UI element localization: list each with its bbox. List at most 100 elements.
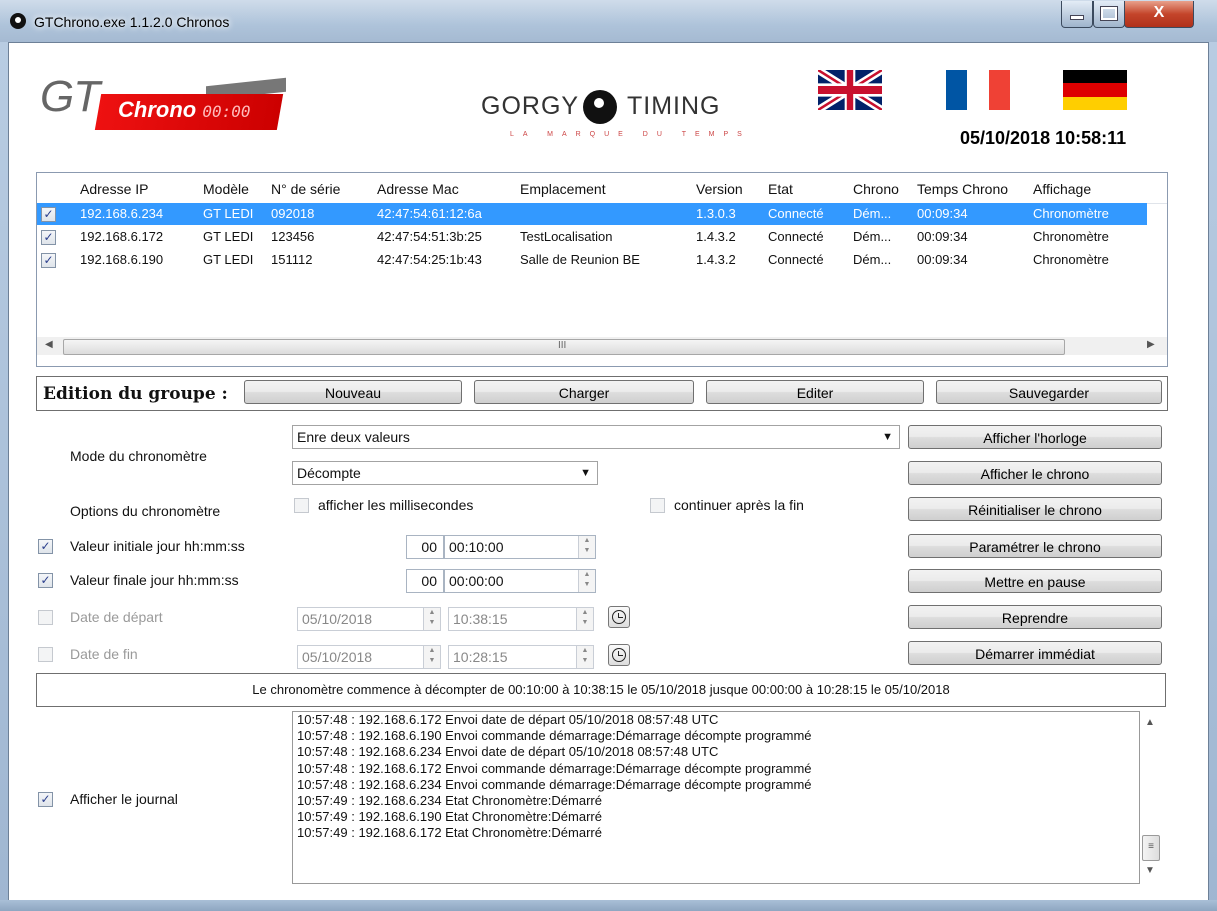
initial-days-field[interactable]: 00	[406, 535, 444, 559]
cell-chrono: Dém...	[853, 252, 892, 267]
final-days-field[interactable]: 00	[406, 569, 444, 593]
journal-scrollbar[interactable]: ▲ ≡ ▼	[1140, 711, 1162, 882]
start-time-spinner[interactable]: ▲ ▼	[576, 608, 593, 630]
log-line: 10:57:48 : 192.168.6.234 Envoi commande …	[297, 776, 812, 792]
final-value-label: Valeur finale jour hh:mm:ss	[70, 572, 239, 588]
final-time-value: 00:00:00	[449, 573, 504, 589]
mode-select[interactable]: Enre deux valeurs ▼	[292, 425, 900, 449]
log-line: 10:57:49 : 192.168.6.172 Etat Chronomètr…	[297, 825, 602, 841]
continue-after-checkbox[interactable]	[650, 498, 665, 513]
journal-log[interactable]: 10:57:48 : 192.168.6.172 Envoi date de d…	[292, 711, 1140, 884]
cell-mac: 42:47:54:25:1b:43	[377, 252, 482, 267]
device-row-checkbox[interactable]: ✓	[41, 230, 56, 245]
edit-group-button[interactable]: Editer	[706, 380, 924, 404]
resume-button[interactable]: Reprendre	[908, 605, 1162, 629]
show-ms-label: afficher les millisecondes	[318, 497, 474, 513]
col-mac[interactable]: Adresse Mac	[377, 181, 459, 197]
cell-time: 00:09:34	[917, 229, 968, 244]
germany-flag-icon[interactable]	[1063, 70, 1127, 110]
cell-model: GT LEDI	[203, 206, 254, 221]
end-time-value: 10:28:15	[453, 649, 508, 665]
end-clock-button[interactable]	[608, 644, 630, 666]
load-group-button[interactable]: Charger	[474, 380, 694, 404]
start-date-checkbox[interactable]	[38, 610, 53, 625]
col-model[interactable]: Modèle	[203, 181, 249, 197]
config-chrono-button[interactable]: Paramétrer le chrono	[908, 534, 1162, 558]
close-button[interactable]: X	[1124, 1, 1194, 28]
horizontal-scrollbar[interactable]: ◀ III ▶	[37, 337, 1167, 355]
scroll-down-icon[interactable]: ▼	[1145, 865, 1155, 876]
cell-state: Connecté	[768, 206, 824, 221]
cell-display: Chronomètre	[1033, 229, 1109, 244]
device-list[interactable]: Adresse IP Modèle N° de série Adresse Ma…	[36, 172, 1168, 367]
show-chrono-button[interactable]: Afficher le chrono	[908, 461, 1162, 485]
app-icon[interactable]	[10, 13, 26, 29]
start-date-spinner[interactable]: ▲ ▼	[423, 608, 440, 630]
show-journal-checkbox[interactable]: ✓	[38, 792, 53, 807]
cell-serial: 123456	[271, 229, 315, 244]
pause-button[interactable]: Mettre en pause	[908, 569, 1162, 593]
device-row-checkbox[interactable]: ✓	[41, 253, 56, 268]
reset-chrono-button[interactable]: Réinitialiser le chrono	[908, 497, 1162, 521]
maximize-icon	[1100, 6, 1118, 21]
final-time-spinner[interactable]: ▲ ▼	[578, 570, 595, 592]
end-time-field[interactable]: 10:28:15 ▲ ▼	[448, 645, 594, 669]
col-time[interactable]: Temps Chrono	[917, 181, 1008, 197]
direction-select-value: Décompte	[297, 465, 361, 481]
scroll-thumb[interactable]: III	[63, 339, 1065, 355]
device-row[interactable]: ✓ 192.168.6.190 GT LEDI 151112 42:47:54:…	[37, 249, 1147, 271]
new-group-button[interactable]: Nouveau	[244, 380, 462, 404]
france-flag-icon[interactable]	[946, 70, 1010, 110]
device-row[interactable]: ✓ 192.168.6.234 GT LEDI 092018 42:47:54:…	[37, 203, 1147, 225]
show-clock-button[interactable]: Afficher l'horloge	[908, 425, 1162, 449]
scroll-up-icon[interactable]: ▲	[1145, 717, 1155, 728]
col-chrono[interactable]: Chrono	[853, 181, 899, 197]
title-bar[interactable]: GTChrono.exe 1.1.2.0 Chronos X	[0, 0, 1217, 42]
cell-state: Connecté	[768, 229, 824, 244]
show-ms-checkbox[interactable]	[294, 498, 309, 513]
clock-icon	[612, 610, 626, 624]
maximize-button[interactable]	[1093, 1, 1125, 28]
col-state[interactable]: Etat	[768, 181, 793, 197]
direction-select[interactable]: Décompte ▼	[292, 461, 598, 485]
continue-after-label: continuer après la fin	[674, 497, 804, 513]
col-serial[interactable]: N° de série	[271, 181, 340, 197]
cell-ip: 192.168.6.172	[80, 229, 164, 244]
initial-time-field[interactable]: 00:10:00 ▲ ▼	[444, 535, 596, 559]
scroll-left-icon[interactable]: ◀	[45, 339, 53, 350]
col-ip[interactable]: Adresse IP	[80, 181, 148, 197]
cell-time: 00:09:34	[917, 206, 968, 221]
journal-scroll-thumb[interactable]: ≡	[1142, 835, 1160, 861]
end-time-spinner[interactable]: ▲ ▼	[576, 646, 593, 668]
final-time-field[interactable]: 00:00:00 ▲ ▼	[444, 569, 596, 593]
start-time-field[interactable]: 10:38:15 ▲ ▼	[448, 607, 594, 631]
end-date-checkbox[interactable]	[38, 647, 53, 662]
initial-value-checkbox[interactable]: ✓	[38, 539, 53, 554]
show-journal-label: Afficher le journal	[70, 791, 178, 807]
initial-time-spinner[interactable]: ▲ ▼	[578, 536, 595, 558]
start-date-value: 05/10/2018	[302, 611, 373, 627]
start-date-field[interactable]: 05/10/2018 ▲ ▼	[297, 607, 441, 631]
save-group-button[interactable]: Sauvegarder	[936, 380, 1162, 404]
minimize-button[interactable]	[1061, 1, 1093, 28]
final-value-checkbox[interactable]: ✓	[38, 573, 53, 588]
start-now-button[interactable]: Démarrer immédiat	[908, 641, 1162, 665]
scroll-right-icon[interactable]: ▶	[1147, 339, 1155, 350]
col-version[interactable]: Version	[696, 181, 743, 197]
minimize-icon	[1070, 15, 1084, 20]
cell-mac: 42:47:54:51:3b:25	[377, 229, 482, 244]
uk-flag-icon[interactable]	[818, 70, 882, 110]
gorgy-logo-icon	[583, 90, 617, 124]
start-clock-button[interactable]	[608, 606, 630, 628]
cell-serial: 092018	[271, 206, 315, 221]
log-line: 10:57:48 : 192.168.6.234 Envoi date de d…	[297, 744, 719, 760]
chevron-down-icon[interactable]: ▼	[580, 462, 591, 484]
col-display[interactable]: Affichage	[1033, 181, 1091, 197]
device-row[interactable]: ✓ 192.168.6.172 GT LEDI 123456 42:47:54:…	[37, 226, 1147, 248]
chevron-down-icon[interactable]: ▼	[882, 426, 893, 448]
end-date-spinner[interactable]: ▲ ▼	[423, 646, 440, 668]
col-location[interactable]: Emplacement	[520, 181, 606, 197]
device-row-checkbox[interactable]: ✓	[41, 207, 56, 222]
end-date-field[interactable]: 05/10/2018 ▲ ▼	[297, 645, 441, 669]
log-line: 10:57:48 : 192.168.6.172 Envoi date de d…	[297, 712, 719, 727]
